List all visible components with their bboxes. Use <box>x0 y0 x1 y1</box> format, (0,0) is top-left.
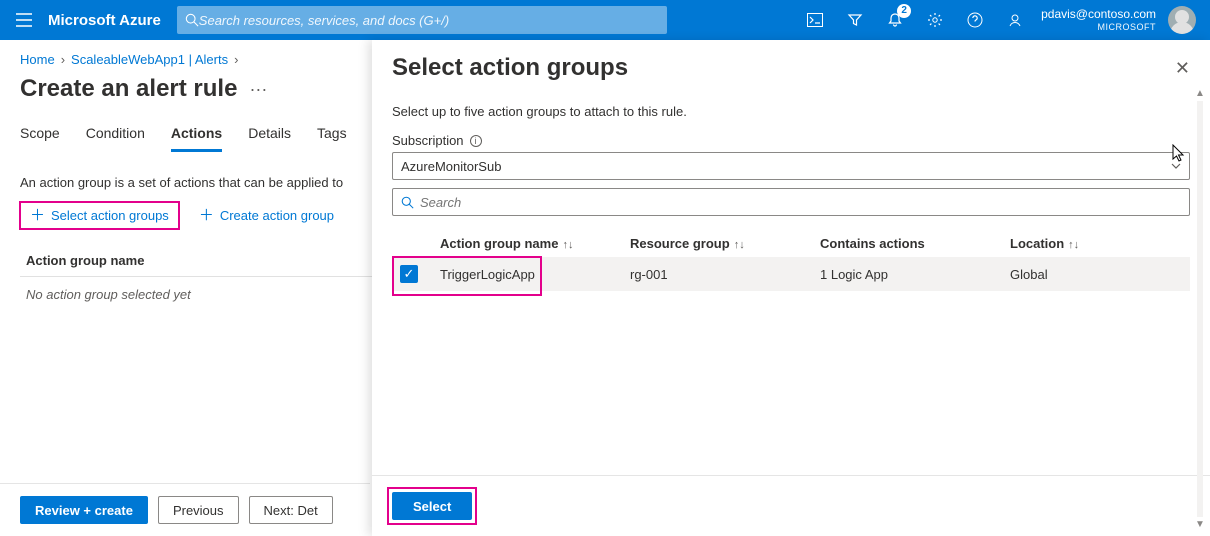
search-icon <box>185 13 199 27</box>
hamburger-icon[interactable] <box>8 13 40 27</box>
col-contains[interactable]: Contains actions <box>820 236 1010 251</box>
select-action-groups-button[interactable]: ＋ Select action groups <box>20 202 179 229</box>
tab-details[interactable]: Details <box>248 125 291 152</box>
action-group-search-input[interactable] <box>420 195 1181 210</box>
more-icon[interactable]: ··· <box>249 79 267 100</box>
chevron-down-icon <box>1171 163 1181 169</box>
help-icon[interactable] <box>955 0 995 40</box>
subscription-value: AzureMonitorSub <box>401 159 501 174</box>
scroll-up-icon[interactable]: ▲ <box>1195 88 1205 99</box>
row-location: Global <box>1010 267 1182 282</box>
table-row[interactable]: ✓ TriggerLogicApp rg-001 1 Logic App Glo… <box>392 257 1190 291</box>
subscription-label: Subscription i <box>392 133 1190 148</box>
previous-button[interactable]: Previous <box>158 496 239 524</box>
brand[interactable]: Microsoft Azure <box>48 12 161 29</box>
user-account[interactable]: pdavis@contoso.com MICROSOFT <box>1035 7 1162 33</box>
grid-header: Action group name↑↓ Resource group↑↓ Con… <box>392 230 1190 257</box>
panel-description: Select up to five action groups to attac… <box>392 104 1190 119</box>
cmd-label: Create action group <box>220 208 334 223</box>
tab-tags[interactable]: Tags <box>317 125 347 152</box>
settings-icon[interactable] <box>915 0 955 40</box>
col-name[interactable]: Action group name↑↓ <box>440 236 630 251</box>
avatar[interactable] <box>1168 6 1196 34</box>
chevron-right-icon: › <box>61 52 65 67</box>
tab-condition[interactable]: Condition <box>86 125 145 152</box>
search-icon <box>401 196 414 209</box>
scrollbar[interactable]: ▲ ▼ <box>1194 88 1206 530</box>
panel-title: Select action groups <box>392 54 628 82</box>
scroll-down-icon[interactable]: ▼ <box>1195 519 1205 530</box>
chevron-right-icon: › <box>234 52 238 67</box>
next-button[interactable]: Next: Det <box>249 496 333 524</box>
page-title: Create an alert rule <box>20 75 237 103</box>
select-button[interactable]: Select <box>392 492 472 520</box>
info-icon[interactable]: i <box>470 135 482 147</box>
tab-actions[interactable]: Actions <box>171 125 222 152</box>
action-group-search[interactable] <box>392 188 1190 216</box>
notification-badge: 2 <box>897 4 911 18</box>
feedback-icon[interactable] <box>995 0 1035 40</box>
row-contains: 1 Logic App <box>820 267 1010 282</box>
select-action-groups-panel: Select action groups ✕ Select up to five… <box>372 40 1210 536</box>
global-search-input[interactable] <box>199 13 659 28</box>
plus-icon: ＋ <box>30 208 45 223</box>
review-create-button[interactable]: Review + create <box>20 496 148 524</box>
cloud-shell-icon[interactable] <box>795 0 835 40</box>
tab-scope[interactable]: Scope <box>20 125 60 152</box>
row-rg: rg-001 <box>630 267 820 282</box>
filter-icon[interactable] <box>835 0 875 40</box>
col-location[interactable]: Location↑↓ <box>1010 236 1182 251</box>
panel-footer: Select <box>372 475 1210 536</box>
subscription-dropdown[interactable]: AzureMonitorSub <box>392 152 1190 180</box>
create-action-group-button[interactable]: ＋ Create action group <box>189 202 344 229</box>
topbar-icons: 2 <box>795 0 1035 40</box>
row-name: TriggerLogicApp <box>440 267 630 282</box>
notifications-icon[interactable]: 2 <box>875 0 915 40</box>
azure-topbar: Microsoft Azure 2 pdavis@contoso.com MIC… <box>0 0 1210 40</box>
row-checkbox[interactable]: ✓ <box>400 265 418 283</box>
wizard-footer: Review + create Previous Next: Det <box>0 483 370 536</box>
plus-icon: ＋ <box>199 208 214 223</box>
close-icon[interactable]: ✕ <box>1175 59 1190 77</box>
breadcrumb-item[interactable]: ScaleableWebApp1 | Alerts <box>71 52 228 67</box>
col-rg[interactable]: Resource group↑↓ <box>630 236 820 251</box>
action-group-grid: Action group name↑↓ Resource group↑↓ Con… <box>392 230 1190 291</box>
user-email: pdavis@contoso.com <box>1041 7 1156 22</box>
user-tenant: MICROSOFT <box>1041 22 1156 33</box>
global-search[interactable] <box>177 6 667 34</box>
breadcrumb-home[interactable]: Home <box>20 52 55 67</box>
cmd-label: Select action groups <box>51 208 169 223</box>
